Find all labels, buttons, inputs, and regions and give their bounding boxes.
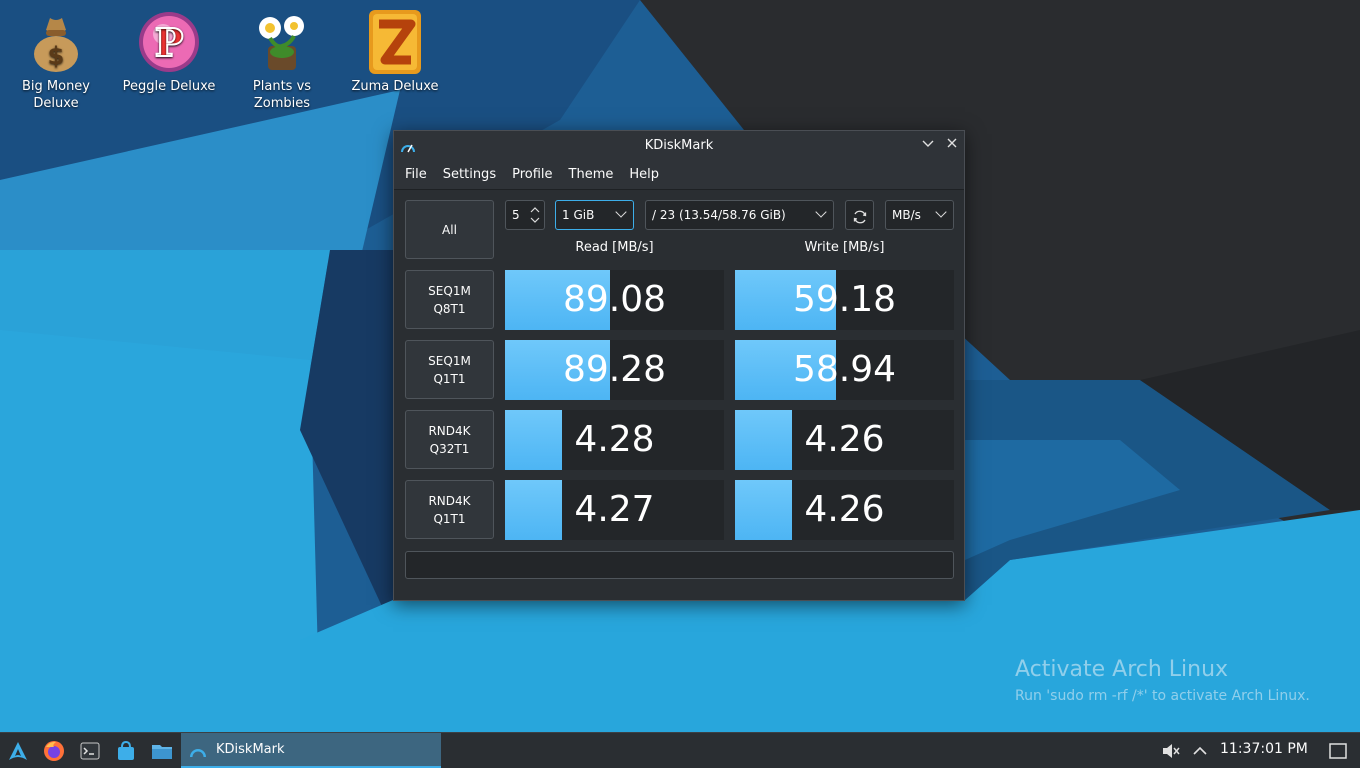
benchmark-panel: All 5 1 GiB / 23 (13.54/58.76 GiB) MB/s … (394, 190, 964, 600)
read-result-seq1m-q1t1: 89.28 (505, 340, 724, 400)
window-title: KDiskMark (644, 138, 714, 153)
show-desktop-icon[interactable] (1326, 739, 1350, 763)
read-value: 4.28 (574, 419, 655, 460)
menu-settings[interactable]: Settings (436, 160, 503, 189)
chevron-down-icon (615, 206, 627, 218)
watermark-title: Activate Arch Linux (1015, 657, 1229, 682)
desktop-icon-label: Big Money Deluxe (21, 79, 90, 111)
menu-bar: File Settings Profile Theme Help (394, 160, 964, 190)
write-result-rnd4k-q32t1: 4.26 (735, 410, 954, 470)
firefox-icon[interactable] (42, 739, 66, 763)
menu-file[interactable]: File (398, 160, 434, 189)
target-drive-select[interactable]: / 23 (13.54/58.76 GiB) (645, 200, 834, 230)
menu-profile[interactable]: Profile (505, 160, 559, 189)
refresh-button[interactable] (845, 200, 874, 230)
taskbar: KDiskMark 11:37:01 PM (0, 732, 1360, 768)
window-titlebar[interactable]: KDiskMark (394, 131, 964, 160)
read-result-rnd4k-q1t1: 4.27 (505, 480, 724, 540)
application-launcher-icon[interactable] (6, 739, 30, 763)
task-label: KDiskMark (216, 742, 285, 757)
minimize-chevron-icon[interactable] (920, 137, 936, 153)
write-result-rnd4k-q1t1: 4.26 (735, 480, 954, 540)
desktop-icon-label: Plants vs Zombies (252, 79, 312, 111)
write-value: 59.18 (792, 279, 897, 320)
kdiskmark-task-icon (189, 743, 207, 762)
run-all-button[interactable]: All (405, 200, 494, 259)
unit-value: MB/s (892, 208, 921, 222)
file-size-value: 1 GiB (562, 208, 595, 222)
read-value: 89.08 (562, 279, 667, 320)
read-value: 4.27 (574, 489, 655, 530)
test-button-seq1m-q8t1[interactable]: SEQ1M Q8T1 (405, 270, 494, 329)
read-value: 89.28 (562, 349, 667, 390)
write-column-header: Write [MB/s] (804, 240, 885, 255)
store-icon[interactable] (114, 739, 138, 763)
kdiskmark-window: KDiskMark File Settings Profile Theme He… (393, 130, 965, 601)
desktop-icon-zuma[interactable]: Zuma Deluxe (345, 8, 445, 95)
peggle-icon: P (137, 8, 201, 76)
menu-theme[interactable]: Theme (562, 160, 621, 189)
desktop-icon-big-money[interactable]: $ Big Money Deluxe (6, 8, 106, 112)
read-result-seq1m-q8t1: 89.08 (505, 270, 724, 330)
write-result-seq1m-q1t1: 58.94 (735, 340, 954, 400)
test-button-rnd4k-q32t1[interactable]: RND4K Q32T1 (405, 410, 494, 469)
plants-vs-zombies-icon (250, 8, 314, 76)
write-value: 58.94 (792, 349, 897, 390)
file-manager-icon[interactable] (150, 739, 174, 763)
chevron-down-icon (935, 206, 947, 218)
desktop-icon-peggle[interactable]: P Peggle Deluxe (119, 8, 219, 95)
read-result-rnd4k-q32t1: 4.28 (505, 410, 724, 470)
menu-help[interactable]: Help (622, 160, 666, 189)
unit-select[interactable]: MB/s (885, 200, 954, 230)
runs-spinbox[interactable]: 5 (505, 200, 545, 230)
zuma-icon (363, 8, 427, 76)
chevron-down-icon (815, 206, 827, 218)
read-column-header: Read [MB/s] (575, 240, 654, 255)
file-size-select[interactable]: 1 GiB (555, 200, 634, 230)
watermark-subtitle: Run 'sudo rm -rf /*' to activate Arch Li… (1015, 688, 1310, 704)
system-tray-expand-icon[interactable] (1188, 739, 1212, 763)
volume-muted-icon[interactable] (1158, 739, 1182, 763)
taskbar-task-kdiskmark[interactable]: KDiskMark (181, 733, 441, 768)
clock[interactable]: 11:37:01 PM (1220, 741, 1308, 757)
desktop-icon-plants-vs-zombies[interactable]: Plants vs Zombies (232, 8, 332, 112)
target-drive-value: / 23 (13.54/58.76 GiB) (652, 208, 786, 222)
refresh-icon (852, 207, 868, 235)
terminal-icon[interactable] (78, 739, 102, 763)
close-icon[interactable] (944, 137, 960, 153)
progress-bar (405, 551, 954, 579)
svg-text:P: P (155, 20, 184, 65)
spin-arrows-icon[interactable] (530, 205, 540, 228)
desktop-icon-label: Zuma Deluxe (351, 79, 439, 94)
write-value: 4.26 (804, 419, 885, 460)
runs-value: 5 (512, 208, 520, 222)
desktop-icon-label: Peggle Deluxe (122, 79, 216, 94)
svg-text:$: $ (48, 42, 65, 70)
test-button-seq1m-q1t1[interactable]: SEQ1M Q1T1 (405, 340, 494, 399)
money-bag-icon: $ (24, 8, 88, 76)
activation-watermark: Activate Arch Linux Run 'sudo rm -rf /*'… (1015, 656, 1310, 706)
write-value: 4.26 (804, 489, 885, 530)
write-result-seq1m-q8t1: 59.18 (735, 270, 954, 330)
test-button-rnd4k-q1t1[interactable]: RND4K Q1T1 (405, 480, 494, 539)
